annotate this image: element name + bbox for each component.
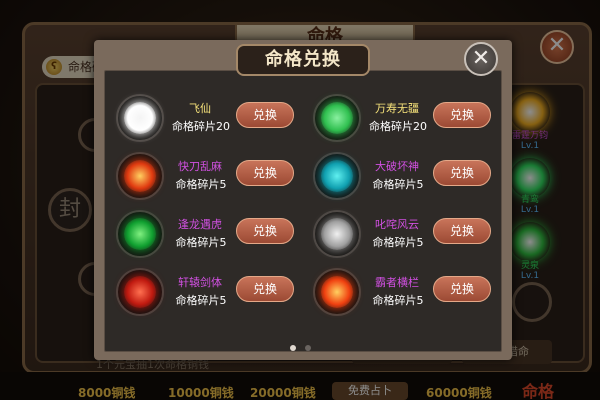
item-cost: 命格碎片20 [369, 120, 427, 133]
page-indicator [290, 336, 315, 355]
page-dot[interactable] [305, 345, 312, 351]
exchange-item: 万寿无疆命格碎片20 兑换 [299, 92, 491, 144]
item-name: 叱咤风云 [375, 218, 419, 231]
exchange-item: 叱咤风云命格碎片5 兑换 [299, 208, 491, 260]
item-cost: 命格碎片5 [175, 294, 227, 307]
exchange-modal-title: 命格兑换 [236, 44, 370, 76]
item-name: 霸者横栏 [375, 276, 419, 289]
exchange-button[interactable]: 兑换 [433, 102, 491, 128]
fate-orb-icon[interactable] [116, 152, 164, 200]
fate-orb-icon[interactable] [116, 210, 164, 258]
fate-orb-icon[interactable] [313, 210, 361, 258]
exchange-button[interactable]: 兑换 [236, 276, 294, 302]
exchange-button[interactable]: 兑换 [433, 160, 491, 186]
item-name: 轩辕剑体 [178, 276, 222, 289]
fate-orb-icon[interactable] [313, 152, 361, 200]
orb-glow [321, 160, 353, 192]
fate-orb-icon[interactable] [313, 94, 361, 142]
orb-glow [321, 276, 353, 308]
exchange-item: 快刀乱麻命格碎片5 兑换 [102, 150, 294, 202]
item-cost: 命格碎片5 [372, 236, 424, 249]
exchange-item: 大破坏神命格碎片5 兑换 [299, 150, 491, 202]
exchange-button[interactable]: 兑换 [433, 218, 491, 244]
game-scene: 命格 ʕ 命格碎片 12 兑换 ✕ 封 雷霆万钧 Lv.1 青鸾 Lv.1 灵泉… [0, 0, 600, 400]
item-cost: 命格碎片20 [172, 120, 230, 133]
item-cost: 命格碎片5 [175, 178, 227, 191]
close-icon[interactable]: ✕ [464, 42, 498, 76]
orb-glow [124, 218, 156, 250]
item-name: 逢龙遇虎 [178, 218, 222, 231]
exchange-button[interactable]: 兑换 [236, 160, 294, 186]
page-dot-active[interactable] [290, 345, 296, 351]
item-cost: 命格碎片5 [372, 294, 424, 307]
item-name: 快刀乱麻 [178, 160, 222, 173]
orb-glow [124, 102, 156, 134]
exchange-button[interactable]: 兑换 [236, 218, 294, 244]
exchange-modal: 命格兑换 ✕ 飞仙 命格碎片20 兑换 万寿无疆 命格碎片20 兑换 快刀乱麻 命格碎片5 兑换… [94, 40, 512, 360]
orb-glow [321, 218, 353, 250]
exchange-item: 霸者横栏命格碎片5 兑换 [299, 266, 491, 318]
item-cost: 命格碎片5 [372, 178, 424, 191]
orb-glow [124, 160, 156, 192]
fate-orb-icon[interactable] [116, 94, 164, 142]
item-cost: 命格碎片5 [175, 236, 227, 249]
orb-glow [124, 276, 156, 308]
fate-orb-icon[interactable] [313, 268, 361, 316]
item-name: 大破坏神 [375, 160, 419, 173]
orb-glow [321, 102, 353, 134]
exchange-button[interactable]: 兑换 [236, 102, 294, 128]
fate-orb-icon[interactable] [116, 268, 164, 316]
item-name: 飞仙 [189, 102, 211, 115]
item-name: 万寿无疆 [375, 102, 419, 115]
exchange-item: 逢龙遇虎命格碎片5 兑换 [102, 208, 294, 260]
exchange-item: 轩辕剑体命格碎片5 兑换 [102, 266, 294, 318]
exchange-button[interactable]: 兑换 [433, 276, 491, 302]
exchange-item: 飞仙命格碎片20 兑换 [102, 92, 294, 144]
